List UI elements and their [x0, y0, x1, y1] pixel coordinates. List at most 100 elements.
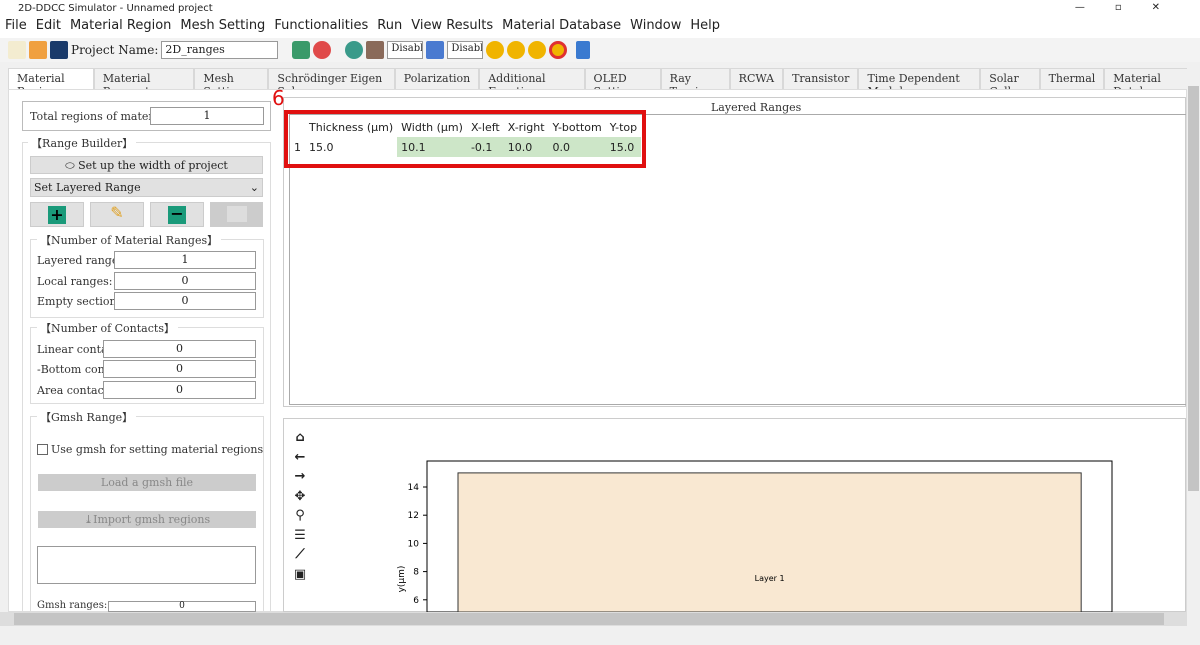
y-tick-label: 8 [413, 568, 419, 578]
tab-additional-functions[interactable]: Additional Functions [479, 68, 585, 98]
use-gmsh-checkbox[interactable] [37, 444, 48, 455]
tab-solar-cell[interactable]: Solar Cell [980, 68, 1040, 98]
refresh-icon[interactable] [313, 41, 332, 59]
settings-icon[interactable] [345, 41, 364, 59]
load-gmsh-button[interactable]: Load a gmsh file [38, 474, 256, 491]
window-controls[interactable]: —▫✕ [1075, 2, 1190, 13]
y-axis-label: y(µm) [397, 566, 407, 593]
tab-bar: Material Region Material Parameter Mesh … [8, 68, 1200, 98]
annotation-number: 6 [272, 86, 285, 110]
tab-ray-tracing[interactable]: Ray Tracing [660, 68, 730, 98]
project-name-label: Project Name: [71, 43, 159, 57]
window-title: 2D-DDCC Simulator - Unnamed project [18, 3, 213, 14]
new-file-icon[interactable] [8, 41, 26, 59]
folder-button[interactable] [210, 202, 263, 227]
menu-window[interactable]: Window [630, 18, 681, 38]
table-title: Layered Ranges [711, 101, 802, 114]
menu-view-results[interactable]: View Results [411, 18, 493, 38]
toolbar: Project Name: 2D_ranges Disabled Disable… [0, 38, 1200, 62]
title-bar: 2D-DDCC Simulator - Unnamed project —▫✕ [0, 0, 1200, 18]
range-builder-title: 【Range Builder】 [28, 135, 137, 151]
gmsh-text-area[interactable] [37, 546, 256, 584]
setup-width-label: Set up the width of project [78, 159, 228, 172]
menu-run[interactable]: Run [377, 18, 402, 38]
horizontal-scrollbar[interactable] [0, 612, 1187, 626]
vertical-scroll-thumb[interactable] [1188, 86, 1199, 491]
range-type-value: Set Layered Range [34, 181, 141, 194]
list-icon[interactable] [426, 41, 445, 59]
run-file-icon[interactable] [528, 41, 547, 59]
layered-ranges-input[interactable]: 1 [114, 251, 256, 269]
y-tick-label: 6 [413, 596, 419, 606]
tab-oled-setting[interactable]: OLED Setting [584, 68, 661, 98]
edit-range-button[interactable]: ✎ [90, 202, 144, 227]
local-ranges-input[interactable]: 0 [114, 272, 256, 290]
range-type-select[interactable]: Set Layered Range ⌄ [30, 178, 263, 197]
menu-functionalities[interactable]: Functionalities [274, 18, 368, 38]
setup-width-button[interactable]: ⬭ Set up the width of project [30, 156, 263, 174]
tab-thermal[interactable]: Thermal [1039, 68, 1105, 89]
total-regions-input[interactable]: 1 [150, 107, 264, 125]
menu-material-database[interactable]: Material Database [502, 18, 621, 38]
eye-icon: ⬭ [65, 159, 79, 172]
run-icon[interactable] [486, 41, 505, 59]
tab-material-region[interactable]: Material Region [8, 68, 94, 98]
local-ranges-label: Local ranges: [37, 275, 113, 288]
run-all-icon[interactable] [507, 41, 526, 59]
import-gmsh-button[interactable]: ⤓Import gmsh regions [38, 511, 256, 528]
tab-material-parameter[interactable]: Material Parameter [93, 68, 195, 98]
tab-mesh-setting[interactable]: Mesh Setting [194, 68, 269, 98]
area-contacts-input[interactable]: 0 [103, 381, 256, 399]
y-tick-label: 14 [408, 483, 420, 493]
tab-rcwa[interactable]: RCWA [729, 68, 784, 89]
columns-icon[interactable] [366, 41, 385, 59]
gmsh-ranges-label: Gmsh ranges: [37, 600, 108, 611]
chevron-down-icon: ⌄ [249, 181, 259, 194]
layer-1-label: Layer 1 [755, 574, 785, 583]
bottom-contact-input[interactable]: 0 [103, 360, 256, 378]
tab-transistor[interactable]: Transistor [783, 68, 859, 89]
gmsh-title: 【Gmsh Range】 [37, 409, 137, 425]
vertical-scrollbar[interactable] [1187, 68, 1200, 612]
empty-sections-label: Empty sections: [37, 295, 126, 308]
menu-mesh-setting[interactable]: Mesh Setting [180, 18, 265, 38]
menu-bar: File Edit Material Region Mesh Setting F… [0, 18, 1200, 38]
disabled-field-2[interactable]: Disabled [447, 41, 484, 59]
pencil-icon: ✎ [110, 203, 124, 222]
menu-edit[interactable]: Edit [36, 18, 61, 38]
load-gmsh-label: Load a gmsh file [100, 476, 194, 489]
menu-material-region[interactable]: Material Region [70, 18, 171, 38]
highlight-box [284, 110, 646, 168]
folder-icon [226, 206, 247, 222]
empty-sections-input[interactable]: 0 [114, 292, 256, 310]
linear-contact-input[interactable]: 0 [103, 340, 256, 358]
gmsh-ranges-input[interactable]: 0 [108, 601, 256, 612]
menu-help[interactable]: Help [690, 18, 720, 38]
remove-range-button[interactable]: − [150, 202, 204, 227]
tab-material-database[interactable]: Material Database [1104, 68, 1200, 98]
use-gmsh-label: Use gmsh for setting material regions [51, 443, 264, 456]
download-icon: ⤓ [83, 513, 94, 526]
horizontal-scroll-thumb[interactable] [14, 613, 1164, 625]
add-range-button[interactable]: + [30, 202, 84, 227]
open-folder-icon[interactable] [29, 41, 47, 59]
save-icon[interactable] [50, 41, 68, 59]
plus-icon: + [48, 206, 66, 224]
contacts-title: 【Number of Contacts】 [37, 320, 178, 336]
copy-icon[interactable] [292, 41, 311, 59]
minus-icon: − [168, 206, 186, 224]
y-tick-label: 12 [408, 511, 419, 521]
tab-schrodinger[interactable]: Schrödinger Eigen Solver [268, 68, 395, 98]
project-name-input[interactable]: 2D_ranges [161, 41, 279, 59]
layer-1-rect [457, 472, 1082, 612]
chart-icon[interactable] [576, 41, 591, 59]
tab-polarization[interactable]: Polarization [394, 68, 480, 89]
import-gmsh-label: Import gmsh regions [93, 513, 211, 526]
menu-file[interactable]: File [5, 18, 27, 38]
tab-time-dependent[interactable]: Time Dependent Module [858, 68, 981, 98]
layout-plot: 14 12 10 8 6 Layer 1 y(µm) [397, 460, 1113, 612]
disabled-field-1[interactable]: Disabled [387, 41, 424, 59]
y-tick-label: 10 [408, 539, 420, 549]
stop-icon[interactable] [549, 41, 568, 59]
material-ranges-title: 【Number of Material Ranges】 [37, 232, 222, 248]
